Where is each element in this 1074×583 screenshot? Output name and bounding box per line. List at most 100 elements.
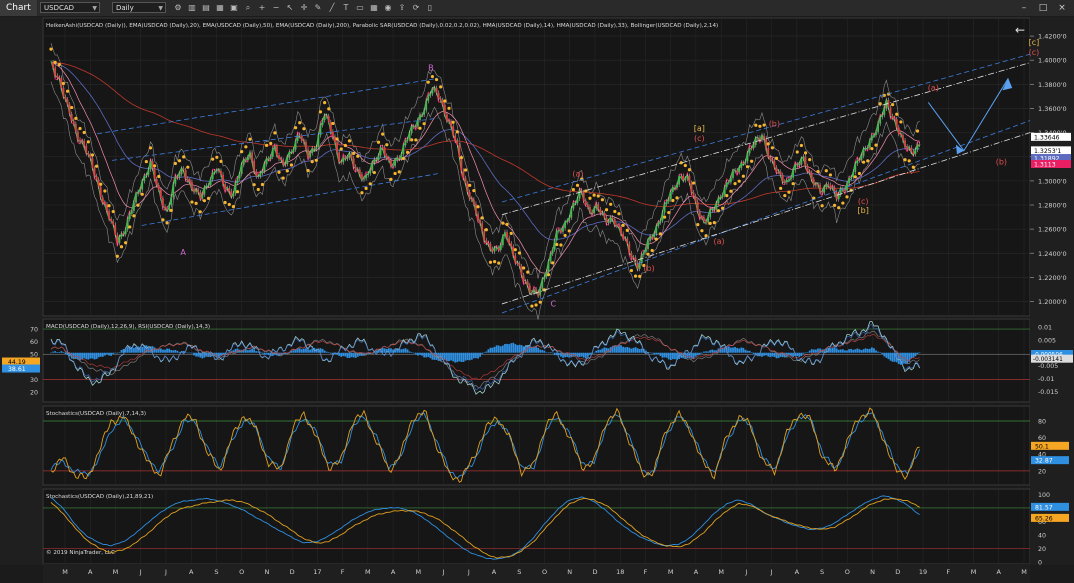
macd-hist-bar — [545, 352, 548, 353]
candle-body — [547, 261, 550, 272]
macd-hist-bar — [300, 349, 303, 353]
chart-canvas[interactable]: 1.4200'01.4000'01.3800'01.3600'01.3400'0… — [0, 0, 1074, 583]
macd-hist-bar — [251, 348, 253, 353]
sar-dot — [787, 190, 791, 194]
macd-hist-bar — [79, 352, 81, 361]
candle-body — [56, 75, 59, 78]
macd-hist-bar — [738, 348, 741, 353]
candle-body — [178, 174, 181, 178]
candle-body — [244, 159, 247, 161]
sar-dot — [95, 164, 99, 168]
time-tick-label: S — [517, 568, 521, 576]
macd-hist-bar — [883, 352, 886, 357]
candle-body — [348, 154, 351, 158]
sar-dot — [335, 137, 339, 141]
candle-body — [425, 100, 428, 111]
candle-body — [267, 158, 270, 160]
candle-body — [589, 206, 591, 212]
sar-dot — [240, 150, 244, 154]
candle-body — [446, 114, 448, 121]
candle-body — [790, 177, 792, 179]
candle-body — [188, 180, 191, 183]
sar-dot — [219, 159, 223, 163]
candle-body — [172, 184, 175, 198]
sar-dot — [161, 218, 165, 222]
macd-hist-bar — [638, 349, 641, 353]
sar-dot — [766, 142, 770, 146]
candle-body — [62, 87, 65, 97]
candle-body — [599, 209, 602, 214]
wave-label: [a] — [694, 124, 705, 133]
candle-body — [717, 197, 720, 204]
macd-hist-bar — [460, 352, 463, 362]
macd-hist-bar — [800, 352, 803, 357]
macd-hist-bar — [356, 352, 359, 357]
sar-dot — [99, 182, 103, 186]
sar-dot — [551, 261, 555, 265]
macd-hist-bar — [464, 352, 467, 361]
macd-hist-bar — [462, 352, 465, 362]
price-tick-label: 1.3600'0 — [1038, 105, 1067, 113]
time-tick-label: N — [264, 568, 269, 576]
macd-hist-bar — [309, 349, 312, 353]
sar-dot — [613, 209, 617, 214]
macd-hist-bar — [64, 352, 67, 355]
candle-body — [543, 276, 546, 280]
candle-body — [584, 200, 587, 205]
sar-dot — [799, 143, 804, 148]
candle-body — [427, 95, 430, 101]
macd-hist-bar — [858, 349, 861, 353]
sar-dot — [119, 245, 124, 249]
sar-dot — [61, 81, 66, 86]
sar-dot — [360, 191, 364, 195]
sar-dot — [692, 181, 696, 185]
sar-dot — [314, 158, 318, 162]
candle-body — [531, 292, 533, 294]
macd-hist-bar — [83, 352, 86, 359]
candle-body — [383, 147, 386, 156]
candle-body — [844, 189, 846, 191]
macd-hist-bar — [261, 352, 264, 354]
macd-hist-bar — [253, 349, 256, 353]
candle-body — [371, 163, 374, 171]
candle-body — [900, 133, 902, 136]
time-tick-label: 19 — [919, 568, 927, 576]
sar-dot — [907, 159, 911, 163]
candle-body — [122, 233, 125, 235]
stoch-marker-label: 65.26 — [1035, 515, 1053, 522]
sar-dot — [891, 103, 895, 107]
candle-body — [815, 184, 817, 186]
sar-dot — [177, 159, 182, 163]
sar-dot — [621, 223, 625, 227]
sar-dot — [915, 129, 920, 133]
candle-body — [332, 131, 334, 137]
macd-hist-bar — [133, 347, 135, 353]
sar-dot — [824, 169, 828, 173]
sar-dot — [725, 194, 729, 198]
candle-body — [110, 219, 113, 222]
sar-dot — [364, 186, 368, 190]
macd-hist-bar — [305, 348, 307, 353]
macd-hist-bar — [659, 352, 662, 356]
candle-body — [271, 148, 274, 157]
candle-body — [740, 162, 743, 168]
sar-dot — [468, 183, 472, 187]
candle-body — [645, 248, 647, 253]
candle-body — [375, 159, 378, 161]
candle-body — [578, 190, 581, 199]
sar-dot — [418, 126, 422, 130]
macd-hist-bar — [516, 345, 519, 353]
macd-hist-bar — [846, 350, 848, 353]
sar-dot — [439, 85, 443, 89]
macd-hist-bar — [89, 352, 92, 359]
candle-body — [346, 157, 349, 159]
macd-hist-bar — [244, 349, 247, 353]
candle-body — [70, 113, 73, 121]
candle-body — [114, 224, 117, 235]
sar-dot — [861, 160, 866, 164]
candle-body — [570, 208, 573, 218]
macd-hist-bar — [839, 349, 842, 353]
candle-body — [361, 174, 363, 180]
time-tick-label: S — [820, 568, 824, 576]
candle-body — [414, 126, 417, 128]
